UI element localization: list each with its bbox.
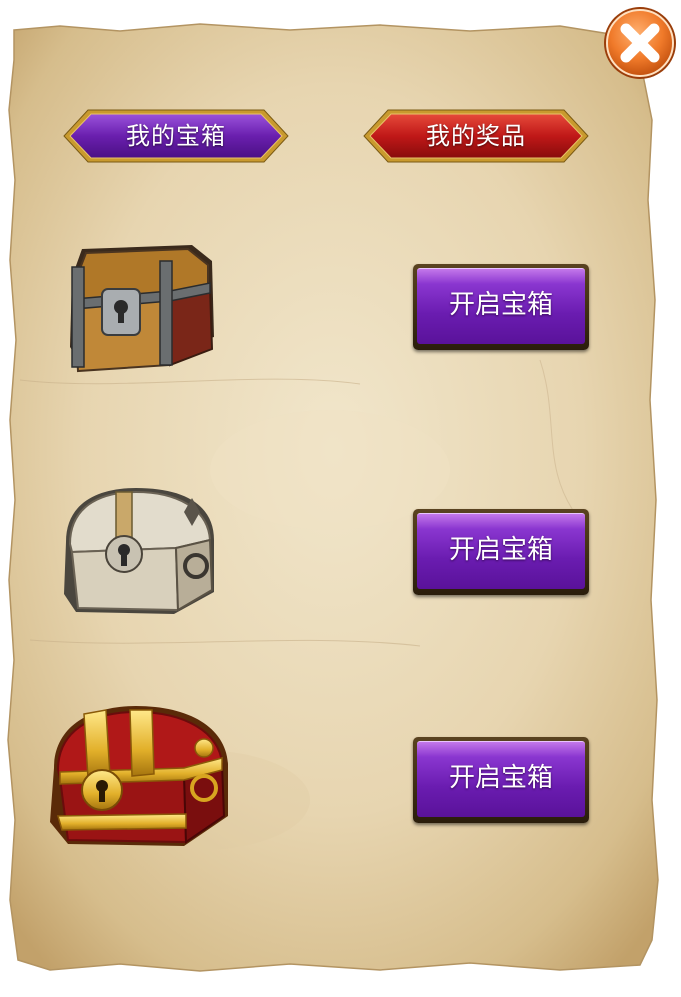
open-chest-label: 开启宝箱 bbox=[448, 535, 553, 565]
tab-my-prizes[interactable]: 我的奖品 bbox=[362, 108, 590, 164]
tab-my-chests[interactable]: 我的宝箱 bbox=[62, 108, 290, 164]
open-chest-label: 开启宝箱 bbox=[448, 290, 553, 320]
tab-my-prizes-label: 我的奖品 bbox=[426, 122, 526, 150]
wooden-chest-icon bbox=[70, 245, 214, 373]
open-chest-label: 开启宝箱 bbox=[448, 763, 553, 793]
close-icon bbox=[604, 7, 676, 79]
chest-row-silver: 开启宝箱 bbox=[0, 480, 681, 630]
chest-row-wooden: 开启宝箱 bbox=[0, 235, 681, 385]
open-chest-button-3[interactable]: 开启宝箱 bbox=[413, 737, 589, 823]
chest-row-golden: 开启宝箱 bbox=[0, 698, 681, 848]
open-chest-button-1[interactable]: 开启宝箱 bbox=[413, 264, 589, 350]
silver-chest-icon bbox=[64, 488, 214, 614]
open-chest-button-2[interactable]: 开启宝箱 bbox=[413, 509, 589, 595]
tab-my-chests-label: 我的宝箱 bbox=[126, 122, 226, 150]
close-button[interactable] bbox=[601, 4, 679, 82]
golden-chest-icon bbox=[50, 706, 228, 846]
